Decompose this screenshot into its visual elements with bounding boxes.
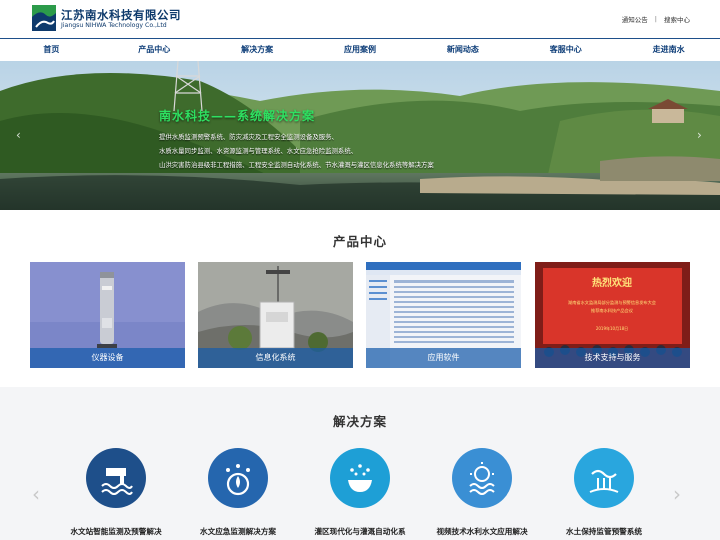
solutions-prev-arrow-icon[interactable]: ‹ [32, 482, 40, 506]
product-card-instruments[interactable]: 仪器设备 [30, 262, 185, 368]
nav-item-news[interactable]: 新闻动态 [411, 39, 514, 61]
nav-item-service[interactable]: 客服中心 [514, 39, 617, 61]
nav-item-about[interactable]: 走进南水 [617, 39, 720, 61]
banner-landscape-image [0, 61, 720, 210]
banner-sign-subtitle-2: 推荐南水科技产品会议 [591, 307, 634, 314]
top-links: 通知公告 | 搜索中心 [622, 14, 690, 24]
nav-item-home[interactable]: 首页 [0, 39, 103, 61]
product-card-software[interactable]: 应用软件 [366, 262, 521, 368]
product-label-support: 技术支持与服务 [535, 348, 690, 368]
solution-label-emergency[interactable]: 水文应急监测解决方案 [173, 526, 303, 537]
search-center-link[interactable]: 搜索中心 [664, 14, 690, 24]
banner-sign-title: 热烈欢迎 [592, 276, 632, 289]
hero-banner[interactable]: 南水科技——系统解决方案 提供水质监测预警系统、防灾减灾及工程安全监测设备及服务… [0, 61, 720, 210]
banner-sign-subtitle-1: 湖南省水文监测局部分监测与预警信息发布大会 [568, 299, 657, 306]
soil-conservation-icon[interactable] [574, 448, 634, 508]
banner-line-3: 山洪灾害防治县级非工程措施、工程安全监测自动化系统、节水灌溉与灌区信息化系统等解… [159, 161, 434, 169]
solutions-next-arrow-icon[interactable]: › [673, 482, 681, 506]
top-link-separator: | [654, 15, 657, 23]
products-section-title: 产品中心 [332, 234, 387, 249]
company-name-cn[interactable]: 江苏南水科技有限公司 [61, 7, 181, 23]
banner-prev-arrow-icon[interactable]: ‹ [16, 128, 21, 142]
solution-label-video[interactable]: 视频技术水利水文应用解决 [417, 526, 547, 537]
solutions-section-title: 解决方案 [332, 414, 387, 429]
nav-item-products[interactable]: 产品中心 [103, 39, 206, 61]
company-name-en: Jiangsu NIHWA Technology Co.,Ltd [61, 22, 167, 29]
main-nav: 首页 产品中心 解决方案 应用案例 新闻动态 客服中心 走进南水 [0, 38, 720, 61]
video-water-icon[interactable] [452, 448, 512, 508]
banner-next-arrow-icon[interactable]: › [697, 128, 702, 142]
solution-label-hydrology[interactable]: 水文站智能监测及预警解决 [51, 526, 181, 537]
water-drop-icon[interactable] [208, 448, 268, 508]
product-card-info-systems[interactable]: 信息化系统 [198, 262, 353, 368]
banner-sign-date: 2019年10月18日 [596, 325, 628, 331]
banner-line-1: 提供水质监测预警系统、防灾减灾及工程安全监测设备及服务、 [159, 133, 338, 141]
solution-label-irrigation[interactable]: 灌区现代化与灌溉自动化系 [295, 526, 425, 537]
nav-item-cases[interactable]: 应用案例 [309, 39, 412, 61]
irrigation-icon[interactable] [330, 448, 390, 508]
hydrology-station-icon[interactable] [86, 448, 146, 508]
product-card-support[interactable]: 热烈欢迎 湖南省水文监测局部分监测与预警信息发布大会 推荐南水科技产品会议 20… [535, 262, 690, 368]
page: 江苏南水科技有限公司 Jiangsu NIHWA Technology Co.,… [0, 0, 720, 540]
nav-item-solutions[interactable]: 解决方案 [206, 39, 309, 61]
nihwa-logo-icon[interactable] [32, 5, 56, 31]
banner-title: 南水科技——系统解决方案 [159, 109, 316, 123]
banner-line-2: 水质水量同步监测、水资源监测与管理系统、水文应急抢险监测系统、 [159, 147, 358, 155]
notice-link[interactable]: 通知公告 [622, 14, 648, 24]
product-label-instruments: 仪器设备 [30, 348, 185, 368]
product-label-info-systems: 信息化系统 [198, 348, 353, 368]
site-header: 江苏南水科技有限公司 Jiangsu NIHWA Technology Co.,… [0, 0, 720, 38]
product-label-software: 应用软件 [366, 348, 521, 368]
solution-label-soil[interactable]: 水土保持监管预警系统 [539, 526, 669, 537]
